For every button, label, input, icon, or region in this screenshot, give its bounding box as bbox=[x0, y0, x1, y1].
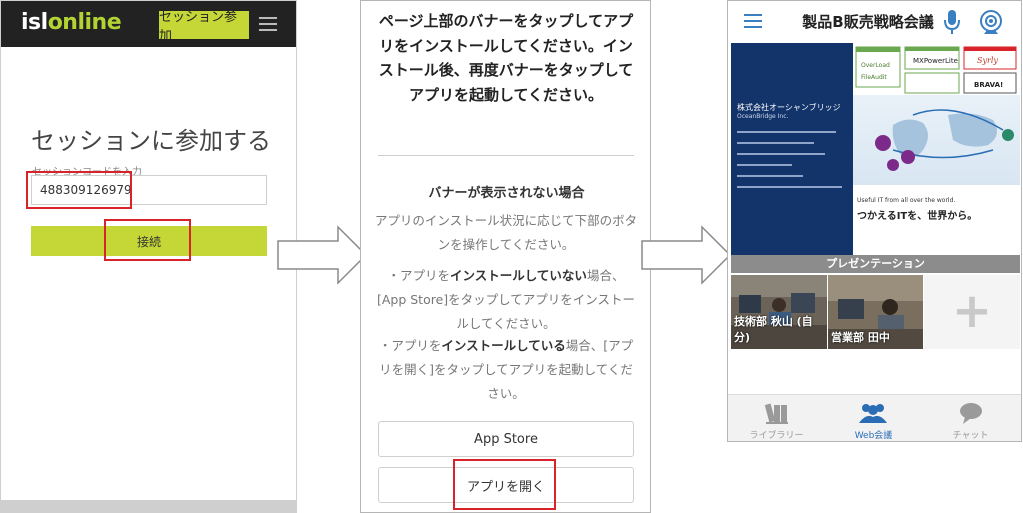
company-name: 株式会社オーシャンブリッジ bbox=[737, 103, 841, 112]
tab-web-meeting[interactable]: Web会議 bbox=[825, 395, 922, 441]
instruction-installed: ・アプリをインストールしている場合、[アプリを開く]をタップしてアプリを起動して… bbox=[378, 338, 634, 401]
svg-text:OverLoad: OverLoad bbox=[861, 62, 890, 69]
webcam-icon[interactable] bbox=[978, 9, 1004, 35]
books-icon bbox=[764, 403, 788, 424]
arrow-right-icon bbox=[277, 225, 368, 285]
app-install-screen: ページ上部のバナーをタップしてアプリをインストールしてください。インストール後、… bbox=[360, 0, 651, 513]
add-participant-button[interactable]: + bbox=[924, 275, 1020, 349]
meeting-header: 製品B販売戦略会議 bbox=[728, 1, 1021, 41]
instruction-not-installed: ・アプリをインストールしていない場合、[App Store]をタップしてアプリを… bbox=[376, 268, 636, 331]
tab-label: ライブラリー bbox=[749, 431, 804, 441]
highlight-code-input bbox=[26, 171, 132, 209]
three-step-guide: islonline セッション参加 セッションに参加する セッションコードを入力… bbox=[0, 0, 1023, 513]
svg-text:MXPowerLite: MXPowerLite bbox=[913, 57, 958, 65]
world-map-icon bbox=[875, 109, 1014, 171]
bottom-bar bbox=[1, 500, 296, 512]
participant-name: 営業部 田中 bbox=[831, 331, 890, 344]
no-banner-description: アプリのインストール状況に応じて下部のボタンを操作してください。 bbox=[374, 213, 638, 252]
people-icon bbox=[859, 404, 887, 423]
presentation-slide[interactable]: 株式会社オーシャンブリッジ OceanBridge Inc. MXPowerLi… bbox=[731, 43, 1020, 255]
tab-chat[interactable]: チャット bbox=[922, 395, 1019, 441]
microphone-icon[interactable] bbox=[942, 9, 962, 35]
svg-text:Syrly: Syrly bbox=[977, 56, 998, 65]
svg-text:FileAudit: FileAudit bbox=[861, 74, 887, 81]
company-name-en: OceanBridge Inc. bbox=[737, 113, 789, 120]
plus-icon: + bbox=[951, 283, 993, 339]
world-map-graphic bbox=[853, 95, 1020, 185]
menu-icon[interactable] bbox=[259, 17, 277, 31]
islonline-logo: islonline bbox=[21, 10, 122, 35]
no-banner-heading: バナーが表示されない場合 bbox=[428, 186, 585, 201]
banner-instructions: ページ上部のバナーをタップしてアプリをインストールしてください。インストール後、… bbox=[378, 12, 634, 104]
company-info-lines bbox=[737, 131, 847, 197]
slide-company-panel: 株式会社オーシャンブリッジ OceanBridge Inc. bbox=[731, 43, 853, 255]
participant-name: 技術部 秋山 (自分) bbox=[734, 315, 813, 344]
svg-text:BRAVA!: BRAVA! bbox=[974, 81, 1003, 89]
product-logos-graphic: MXPowerLite Syrly BRAVA! OverLoad FileAu… bbox=[855, 46, 1017, 94]
tab-label: Web会議 bbox=[854, 431, 893, 441]
slide-product-panel: MXPowerLite Syrly BRAVA! OverLoad FileAu… bbox=[853, 43, 1020, 255]
bottom-tab-bar: ライブラリー Web会議 チャット bbox=[728, 394, 1021, 441]
presentation-label-bar: プレゼンテーション bbox=[731, 255, 1020, 273]
highlight-open-app-button bbox=[453, 459, 556, 510]
slide-tagline-en: Useful IT from all over the world. bbox=[857, 197, 956, 204]
tab-label: チャット bbox=[952, 431, 989, 441]
page-title: セッションに参加する bbox=[31, 127, 271, 155]
participant-video-tile[interactable]: 技術部 秋山 (自分) bbox=[731, 275, 827, 349]
highlight-connect-button bbox=[104, 219, 191, 261]
arrow-right-icon bbox=[641, 225, 732, 285]
meeting-title: 製品B販売戦略会議 bbox=[802, 13, 934, 31]
top-bar: islonline セッション参加 bbox=[1, 1, 296, 47]
chat-bubble-icon bbox=[960, 403, 982, 424]
divider bbox=[378, 155, 634, 156]
meeting-screen: 製品B販売戦略会議 株式会社オーシャンブリッジ OceanBridge Inc. bbox=[727, 0, 1022, 442]
join-session-button[interactable]: セッション参加 bbox=[159, 10, 249, 44]
app-store-button[interactable]: App Store bbox=[378, 421, 634, 457]
menu-icon[interactable] bbox=[744, 14, 762, 28]
tab-library[interactable]: ライブラリー bbox=[728, 395, 825, 441]
slide-tagline-jp: つかえるITを、世界から。 bbox=[857, 211, 978, 222]
participant-video-tile[interactable]: 営業部 田中 bbox=[828, 275, 923, 349]
